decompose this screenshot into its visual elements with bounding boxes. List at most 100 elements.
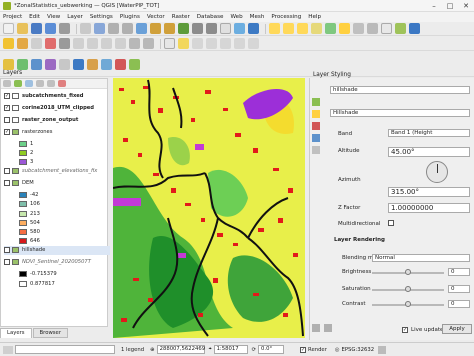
refresh-icon[interactable] [248,23,259,34]
undo-style-icon[interactable] [312,324,320,332]
render-checkbox[interactable]: ✓ [300,346,307,353]
legend-item[interactable]: 504 [19,218,40,227]
renderer-select[interactable]: Hillshade [330,109,470,117]
measure-icon[interactable] [353,23,364,34]
zoom-next-icon[interactable] [206,23,217,34]
zoom-out-icon[interactable] [122,23,133,34]
label-tool-icon[interactable] [164,38,175,49]
crs-button[interactable]: EPSG:32632 [342,347,375,353]
add-group-icon[interactable] [14,80,22,87]
delete-selected-icon[interactable] [73,38,84,49]
coordinate-display[interactable]: 288007,5622469 [156,345,205,354]
zfactor-input[interactable]: 1.00000000 [388,203,470,213]
python-console-icon[interactable] [409,23,420,34]
live-update-checkbox[interactable]: ✓ [402,327,408,333]
cut-features-icon[interactable] [87,38,98,49]
transparency-tab-icon[interactable] [312,122,320,130]
undo-icon[interactable] [129,38,140,49]
zoom-last-icon[interactable] [192,23,203,34]
layer-select[interactable]: hillshade [330,86,470,94]
expand-all-icon[interactable] [36,80,44,87]
redo-icon[interactable] [143,38,154,49]
azimuth-input[interactable]: 315.00° [388,187,470,197]
menu-settings[interactable]: Settings [90,14,113,20]
zoom-layer-icon[interactable] [164,23,175,34]
pan-icon[interactable] [80,23,91,34]
field-calculator-icon[interactable] [325,23,336,34]
multidirectional-checkbox[interactable] [388,220,394,226]
menu-processing[interactable]: Processing [271,14,301,20]
menu-plugins[interactable]: Plugins [120,14,140,20]
zoom-native-icon[interactable] [178,23,189,34]
change-label-icon[interactable] [248,38,259,49]
copy-features-icon[interactable] [101,38,112,49]
pan-to-selection-icon[interactable] [94,23,105,34]
histogram-tab-icon[interactable] [312,134,320,142]
menu-vector[interactable]: Vector [147,14,165,20]
menu-edit[interactable]: Edit [29,14,40,20]
print-layout-icon[interactable] [59,23,70,34]
digitize-icon[interactable] [31,38,42,49]
statistics-icon[interactable] [339,23,350,34]
tab-layers[interactable]: Layers [0,328,32,338]
map-tips-icon[interactable] [395,23,406,34]
legend-item[interactable]: 106 [19,200,40,209]
zoom-full-icon[interactable] [136,23,147,34]
menu-raster[interactable]: Raster [172,14,190,20]
layer-visibility-checkbox[interactable] [4,168,10,175]
move-label-icon[interactable] [220,38,231,49]
messages-icon[interactable] [378,345,387,354]
layer-visibility-checkbox[interactable] [4,116,10,123]
new-map-view-icon[interactable] [220,23,231,34]
saturation-slider-handle[interactable] [405,286,411,292]
redo-style-icon[interactable] [324,324,332,332]
altitude-input[interactable]: 45.00° [388,147,470,157]
contrast-input[interactable]: 0 [448,300,470,308]
legend-item[interactable]: 3 [19,157,33,166]
symbology-tab-icon[interactable] [312,98,320,106]
layer-visibility-checkbox[interactable] [4,180,10,187]
open-styling-icon[interactable] [3,80,11,87]
menu-web[interactable]: Web [230,14,242,20]
legend-item[interactable]: 2 [19,148,33,157]
new-project-icon[interactable] [3,23,14,34]
close-button[interactable]: ✕ [458,0,474,12]
legend-item[interactable]: 213 [19,209,40,218]
layer-visibility-checkbox[interactable]: ✓ [4,128,10,135]
rotate-label-icon[interactable] [234,38,245,49]
label-highlight-icon[interactable] [178,38,189,49]
rotation-input[interactable]: 0.0° [258,345,285,354]
identify-features-icon[interactable] [269,23,280,34]
layer-item[interactable]: subcatchment_elevations_fix [4,167,97,176]
show-hide-labels-icon[interactable] [206,38,217,49]
legend-item[interactable]: 0.877817 [19,279,55,288]
temporal-controller-icon[interactable] [234,23,245,34]
layer-visibility-checkbox[interactable] [4,259,10,266]
select-features-icon[interactable] [283,23,294,34]
layer-item[interactable]: raster_zone_output [4,115,78,124]
band-select[interactable]: Band 1 (Height [388,129,470,137]
scale-input[interactable]: 1:58017 [213,345,248,354]
legend-item[interactable]: 580 [19,227,40,236]
layer-visibility-checkbox[interactable] [4,247,10,254]
menu-help[interactable]: Help [308,14,321,20]
layer-visibility-checkbox[interactable]: ✓ [4,92,10,99]
layer-visibility-checkbox[interactable]: ✓ [4,104,10,111]
brightness-input[interactable]: 0 [448,268,470,276]
menu-view[interactable]: View [47,14,60,20]
map-canvas[interactable] [113,78,305,338]
history-tab-icon[interactable] [312,146,320,154]
layer-item[interactable]: DEM [4,179,34,188]
legend-item[interactable]: 646 [19,237,40,246]
layer-item[interactable]: hillshade [4,245,110,255]
save-project-icon[interactable] [31,23,42,34]
add-polygon-icon[interactable] [45,38,56,49]
pin-labels-icon[interactable] [192,38,203,49]
minimize-button[interactable]: – [426,0,442,12]
vertex-tool-icon[interactable] [59,38,70,49]
layer-item[interactable]: ✓ subcatchments_fixed [4,91,84,100]
menu-layer[interactable]: Layer [67,14,83,20]
text-annotation-icon[interactable] [381,23,392,34]
azimuth-dial[interactable] [426,161,448,183]
add-wfs-icon[interactable] [115,58,126,70]
